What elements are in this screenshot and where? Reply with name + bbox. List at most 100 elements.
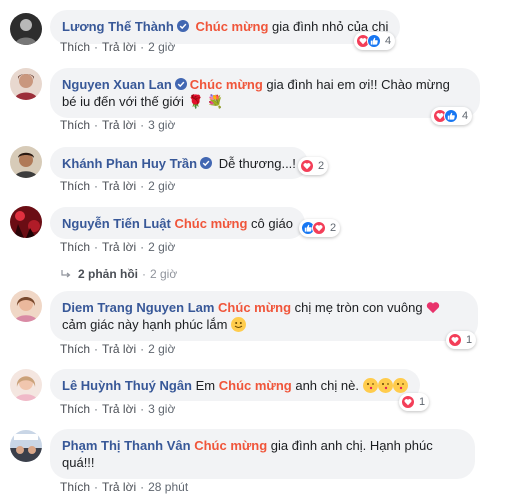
- reaction-summary[interactable]: 1: [446, 331, 477, 349]
- timestamp[interactable]: 3 giờ: [148, 402, 175, 416]
- timestamp[interactable]: 2 giờ: [148, 179, 175, 193]
- comment-text: gia đình hai em ơi!! Chào mừng: [266, 77, 450, 92]
- reply-arrow-icon: [61, 270, 71, 278]
- smile-emoji-icon: [231, 317, 247, 332]
- separator: ·: [140, 118, 145, 132]
- separator: ·: [140, 240, 145, 254]
- avatar[interactable]: [10, 146, 42, 178]
- comment-bubble: Khánh Phan Huy Trần Dễ thương...!: [50, 147, 308, 179]
- avatar[interactable]: [10, 13, 42, 45]
- separator: ·: [94, 342, 99, 356]
- comment-text: chị mẹ tròn con vuông: [294, 300, 423, 315]
- view-replies[interactable]: 2 phản hồi · 2 giờ: [60, 267, 177, 281]
- separator: ·: [142, 267, 146, 281]
- like-link[interactable]: Thích: [60, 342, 90, 356]
- kiss-emoji-icon: [362, 378, 378, 393]
- reaction-count: 4: [462, 110, 469, 122]
- comment-actions: Thích · Trả lời · 2 giờ: [60, 342, 175, 356]
- love-reaction-icon: [300, 159, 314, 173]
- reply-link[interactable]: Trả lời: [102, 240, 136, 254]
- comment-text-prefix: Em: [195, 378, 216, 393]
- avatar[interactable]: [10, 430, 42, 462]
- tag-text[interactable]: Chúc mừng: [194, 438, 267, 453]
- comment-bubble: Lương Thế Thành Chúc mừng gia đình nhỏ c…: [50, 10, 401, 44]
- like-link[interactable]: Thích: [60, 179, 90, 193]
- reply-link[interactable]: Trả lời: [102, 402, 136, 416]
- separator: ·: [94, 179, 99, 193]
- separator: ·: [94, 240, 99, 254]
- like-link[interactable]: Thích: [60, 480, 90, 494]
- love-reaction-icon: [312, 221, 326, 235]
- verified-icon: [200, 157, 213, 169]
- kiss-emoji-icon: [392, 378, 408, 393]
- separator: ·: [94, 40, 99, 54]
- comment-actions: Thích · Trả lời · 3 giờ: [60, 118, 175, 132]
- like-link[interactable]: Thích: [60, 40, 90, 54]
- tag-text[interactable]: Chúc mừng: [174, 216, 247, 231]
- comment-actions: Thích · Trả lời · 3 giờ: [60, 402, 175, 416]
- timestamp[interactable]: 2 giờ: [148, 342, 175, 356]
- reaction-summary[interactable]: 1: [399, 393, 430, 411]
- timestamp[interactable]: 3 giờ: [148, 118, 175, 132]
- kiss-emoji-icon: [377, 378, 393, 393]
- commenter-name[interactable]: Phạm Thị Thanh Vân: [62, 438, 191, 453]
- comment-actions: Thích · Trả lời · 2 giờ: [60, 179, 175, 193]
- comment-bubble: Phạm Thị Thanh Vân Chúc mừng gia đình an…: [50, 429, 475, 479]
- like-link[interactable]: Thích: [60, 402, 90, 416]
- comment-bubble: Nguyen Xuan Lan Chúc mừng gia đình hai em…: [50, 68, 480, 118]
- tag-text[interactable]: Chúc mừng: [219, 378, 292, 393]
- comment-text: Dễ thương...!: [218, 156, 296, 171]
- commenter-name[interactable]: Diem Trang Nguyen Lam: [62, 300, 214, 315]
- commenter-name[interactable]: Lê Huỳnh Thuý Ngân: [62, 378, 192, 393]
- reply-link[interactable]: Trả lời: [102, 118, 136, 132]
- comment-actions: Thích · Trả lời · 2 giờ: [60, 40, 175, 54]
- tag-text[interactable]: Chúc mừng: [218, 300, 291, 315]
- avatar[interactable]: [10, 369, 42, 401]
- reply-link[interactable]: Trả lời: [102, 342, 136, 356]
- comment-actions: Thích · Trả lời · 2 giờ: [60, 240, 175, 254]
- reaction-summary[interactable]: 2: [298, 157, 329, 175]
- verified-icon: [176, 20, 189, 32]
- comment-text: gia đình anh chị. Hạnh phúc: [270, 438, 433, 453]
- replies-count-link[interactable]: 2 phản hồi: [78, 267, 138, 281]
- tag-text[interactable]: Chúc mừng: [190, 77, 263, 92]
- comment-bubble: Nguyễn Tiến Luật Chúc mừng cô giáo: [50, 207, 305, 239]
- love-reaction-icon: [448, 333, 462, 347]
- heart-emoji-icon: [427, 302, 440, 314]
- reaction-summary[interactable]: 2: [299, 219, 341, 237]
- avatar[interactable]: [10, 290, 42, 322]
- reply-link[interactable]: Trả lời: [102, 480, 136, 494]
- verified-icon: [174, 78, 187, 90]
- timestamp[interactable]: 2 giờ: [148, 240, 175, 254]
- separator: ·: [94, 402, 99, 416]
- like-link[interactable]: Thích: [60, 118, 90, 132]
- tag-text[interactable]: Chúc mừng: [195, 19, 268, 34]
- comment-text: cảm giác này hạnh phúc lắm: [62, 317, 228, 332]
- commenter-name[interactable]: Lương Thế Thành: [62, 19, 174, 34]
- replies-timestamp: 2 giờ: [150, 267, 178, 281]
- avatar[interactable]: [10, 206, 42, 238]
- reply-link[interactable]: Trả lời: [102, 40, 136, 54]
- reaction-summary[interactable]: 4: [431, 107, 473, 125]
- comment-bubble: Lê Huỳnh Thuý Ngân Em Chúc mừng anh chị …: [50, 369, 420, 401]
- love-reaction-icon: [401, 395, 415, 409]
- reply-link[interactable]: Trả lời: [102, 179, 136, 193]
- avatar[interactable]: [10, 68, 42, 100]
- reaction-summary[interactable]: 4: [354, 32, 396, 50]
- like-reaction-icon: [444, 109, 458, 123]
- reaction-count: 1: [466, 334, 473, 346]
- separator: ·: [140, 480, 145, 494]
- separator: ·: [140, 402, 145, 416]
- separator: ·: [140, 40, 145, 54]
- commenter-name[interactable]: Nguyễn Tiến Luật: [62, 216, 171, 231]
- commenter-name[interactable]: Nguyen Xuan Lan: [62, 77, 172, 92]
- comment-text: quá!!!: [62, 455, 95, 470]
- reaction-count: 1: [419, 396, 426, 408]
- comment-actions: Thích · Trả lời · 28 phút: [60, 480, 188, 494]
- timestamp[interactable]: 28 phút: [148, 480, 188, 494]
- timestamp[interactable]: 2 giờ: [148, 40, 175, 54]
- comment-text: bé iu đến với thế giới 🌹 💐: [62, 94, 224, 109]
- reaction-count: 2: [330, 222, 337, 234]
- commenter-name[interactable]: Khánh Phan Huy Trần: [62, 156, 197, 171]
- like-link[interactable]: Thích: [60, 240, 90, 254]
